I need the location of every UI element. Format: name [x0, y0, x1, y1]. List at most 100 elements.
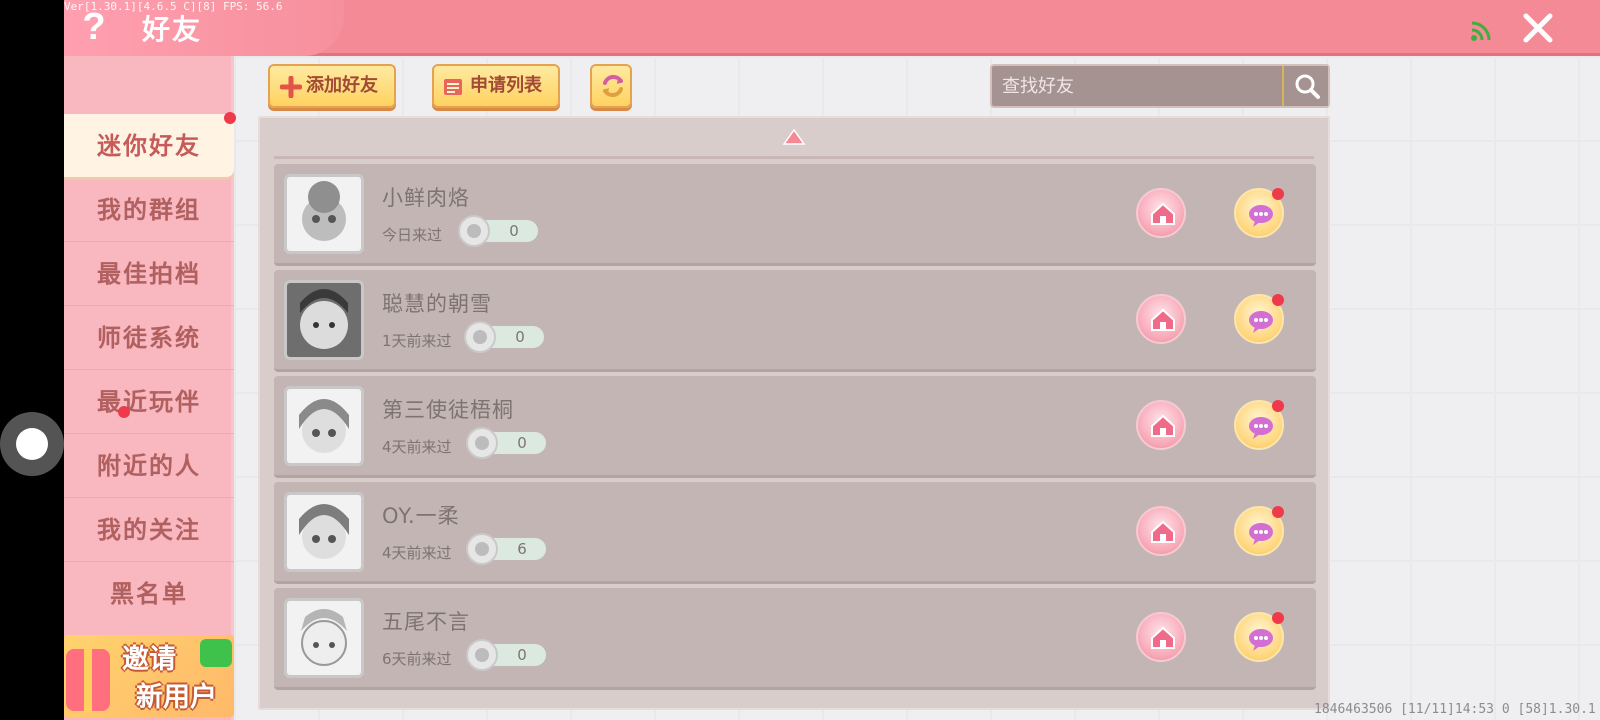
sidebar-item-blacklist[interactable]: 黑名单 — [64, 562, 234, 626]
invite-new-user-banner[interactable]: 邀请 新用户 — [64, 635, 234, 717]
sidebar-item-label: 附近的人 — [97, 452, 201, 480]
sidebar-item-following[interactable]: 我的关注 — [64, 498, 234, 562]
friends-screen: Ver[1.30.1][4.6.5 C][8] FPS: 56.6 ? 好友 迷… — [64, 0, 1600, 720]
house-icon — [1151, 626, 1175, 649]
sidebar-item-label: 我的群组 — [97, 196, 201, 224]
scroll-up-arrow-icon[interactable] — [782, 128, 806, 146]
avatar[interactable] — [284, 280, 364, 360]
flower-count-value: 0 — [517, 434, 527, 452]
house-icon — [1151, 520, 1175, 543]
sidebar-item-mini-friends[interactable]: 迷你好友 — [64, 114, 234, 178]
flower-icon — [466, 427, 498, 459]
wechat-icon — [200, 639, 232, 667]
search-button[interactable] — [1282, 66, 1328, 106]
flower-count-value: 0 — [509, 222, 519, 240]
request-list-label: 申请列表 — [470, 75, 542, 96]
flower-count: 0 — [466, 427, 546, 459]
request-list-button[interactable]: 申请列表 — [432, 64, 560, 108]
message-badge — [1272, 506, 1284, 518]
flower-count: 6 — [466, 533, 546, 565]
chat-bubble-icon — [1249, 417, 1273, 439]
refresh-icon — [603, 75, 623, 97]
last-seen-text: 6天前来过 — [382, 650, 452, 668]
sidebar-item-label: 我的关注 — [97, 516, 201, 544]
flower-count: 0 — [458, 215, 538, 247]
flower-count-value: 0 — [515, 328, 525, 346]
sidebar-item-label: 最近玩伴 — [97, 388, 201, 416]
friend-name: 五尾不言 — [382, 610, 470, 634]
friend-name: 聪慧的朝雪 — [382, 292, 492, 316]
friend-row[interactable]: 五尾不言 6天前来过 0 — [274, 588, 1316, 690]
chat-bubble-icon — [1249, 205, 1273, 227]
message-badge — [1272, 612, 1284, 624]
house-icon — [1151, 202, 1175, 225]
sidebar-item-nearby[interactable]: 附近的人 — [64, 434, 234, 498]
sidebar: 迷你好友 我的群组 最佳拍档 师徒系统 最近玩伴 附近的人 我的关注 黑名单 邀… — [64, 56, 236, 720]
house-icon — [1151, 414, 1175, 437]
flower-icon — [466, 639, 498, 671]
sidebar-item-label: 迷你好友 — [97, 132, 201, 160]
search-input[interactable] — [992, 66, 1282, 106]
sidebar-item-my-groups[interactable]: 我的群组 — [64, 178, 234, 242]
refresh-button[interactable] — [590, 64, 632, 108]
house-icon — [1151, 308, 1175, 331]
avatar[interactable] — [284, 598, 364, 678]
avatar[interactable] — [284, 174, 364, 254]
chat-bubble-icon — [1249, 311, 1273, 333]
floating-assistive-button[interactable] — [0, 412, 64, 476]
last-seen-text: 4天前来过 — [382, 544, 452, 562]
divider — [274, 156, 1314, 159]
sidebar-item-best-partner[interactable]: 最佳拍档 — [64, 242, 234, 306]
last-seen-text: 1天前来过 — [382, 332, 452, 350]
notification-dot — [224, 112, 236, 124]
notification-dot — [118, 406, 130, 418]
visit-home-button[interactable] — [1136, 188, 1186, 238]
flower-icon — [458, 215, 490, 247]
flower-icon — [464, 321, 496, 353]
list-icon — [444, 79, 462, 95]
message-badge — [1272, 188, 1284, 200]
message-badge — [1272, 294, 1284, 306]
visit-home-button[interactable] — [1136, 400, 1186, 450]
friend-list-panel: 小鲜肉烙 今日来过 0 聪慧的朝雪 1天前来过 0 第三使徒梧桐 4天前来过 0… — [258, 116, 1330, 710]
friend-row[interactable]: 小鲜肉烙 今日来过 0 — [274, 164, 1316, 266]
search-box — [990, 64, 1330, 108]
avatar[interactable] — [284, 386, 364, 466]
gift-icon — [66, 649, 110, 711]
top-bar: Ver[1.30.1][4.6.5 C][8] FPS: 56.6 ? 好友 — [64, 0, 1600, 56]
message-badge — [1272, 400, 1284, 412]
close-icon[interactable] — [1520, 10, 1556, 46]
add-friend-button[interactable]: 添加好友 — [268, 64, 396, 108]
footer-info: 1846463506 [11/11]14:53 0 [58]1.30.1 — [1314, 702, 1596, 717]
friend-name: OY.一柔 — [382, 504, 460, 528]
add-friend-label: 添加好友 — [306, 75, 378, 96]
avatar[interactable] — [284, 492, 364, 572]
invite-title: 邀请 — [122, 644, 176, 675]
visit-home-button[interactable] — [1136, 612, 1186, 662]
flower-icon — [466, 533, 498, 565]
plus-icon — [280, 76, 302, 98]
flower-count-value: 6 — [517, 540, 527, 558]
flower-count-value: 0 — [517, 646, 527, 664]
friend-name: 小鲜肉烙 — [382, 186, 470, 210]
signal-icon — [1471, 21, 1491, 41]
friend-row[interactable]: OY.一柔 4天前来过 6 — [274, 482, 1316, 584]
last-seen-text: 4天前来过 — [382, 438, 452, 456]
visit-home-button[interactable] — [1136, 294, 1186, 344]
sidebar-item-label: 最佳拍档 — [97, 260, 201, 288]
chat-bubble-icon — [1249, 629, 1273, 651]
sidebar-item-label: 师徒系统 — [97, 324, 201, 352]
visit-home-button[interactable] — [1136, 506, 1186, 556]
friend-row[interactable]: 第三使徒梧桐 4天前来过 0 — [274, 376, 1316, 478]
flower-count: 0 — [464, 321, 544, 353]
friend-name: 第三使徒梧桐 — [382, 398, 514, 422]
sidebar-item-recent-players[interactable]: 最近玩伴 — [64, 370, 234, 434]
help-icon[interactable]: ? — [74, 4, 114, 50]
page-title: 好友 — [142, 13, 203, 46]
last-seen-text: 今日来过 — [382, 226, 443, 244]
sidebar-item-label: 黑名单 — [110, 580, 188, 608]
search-icon — [1295, 74, 1320, 99]
sidebar-item-mentor-system[interactable]: 师徒系统 — [64, 306, 234, 370]
friend-row[interactable]: 聪慧的朝雪 1天前来过 0 — [274, 270, 1316, 372]
invite-subtitle: 新用户 — [136, 682, 217, 713]
